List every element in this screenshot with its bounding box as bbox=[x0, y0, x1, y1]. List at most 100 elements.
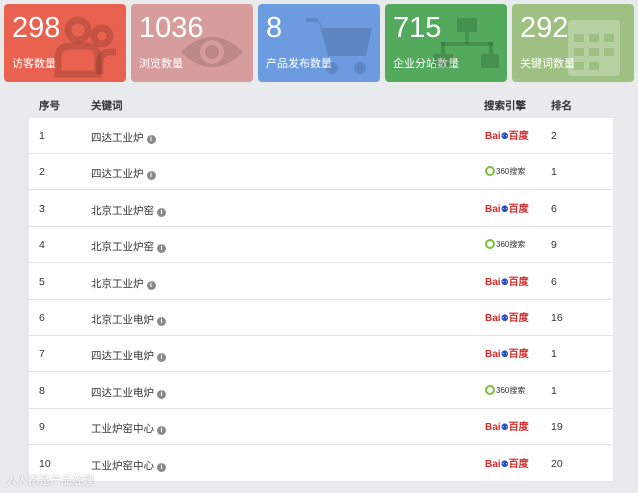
row-rank: 1 bbox=[551, 384, 557, 397]
info-icon[interactable]: i bbox=[146, 135, 156, 144]
info-icon[interactable]: i bbox=[157, 389, 166, 399]
so360-logo-text: 360搜索 bbox=[485, 384, 526, 395]
table-row[interactable]: 8 四达工业电炉 i 360搜索 1 bbox=[29, 373, 613, 409]
baidu-logo-left: Bai bbox=[485, 131, 501, 142]
stat-card-products[interactable]: 8 产品发布数量 bbox=[258, 4, 380, 82]
so360-ring-icon bbox=[485, 239, 495, 250]
table-row[interactable]: 6 北京工业电炉 i Bai⚉百度 16 bbox=[29, 300, 613, 336]
row-index: 4 bbox=[39, 239, 45, 252]
baidu-logo-right: 百度 bbox=[508, 203, 529, 215]
so360-logo-label: 360搜索 bbox=[496, 240, 526, 250]
baidu-logo-right: 百度 bbox=[508, 458, 529, 470]
row-rank: 9 bbox=[551, 239, 557, 252]
paw-icon: ⚉ bbox=[500, 349, 509, 360]
row-rank: 19 bbox=[551, 421, 563, 434]
baidu-logo: Bai⚉百度 bbox=[485, 456, 529, 472]
so360-ring-icon bbox=[485, 384, 495, 395]
stat-card-visitors[interactable]: 298 访客数量 bbox=[4, 4, 126, 82]
row-keyword-cell: 北京工业电炉 i bbox=[91, 312, 166, 327]
row-keyword: 四达工业炉 bbox=[91, 168, 144, 181]
row-keyword-cell: 北京工业炉窑 i bbox=[91, 203, 166, 218]
row-rank: 1 bbox=[551, 166, 557, 179]
so360-logo-label: 360搜索 bbox=[496, 167, 526, 177]
so360-ring-icon bbox=[485, 166, 495, 177]
row-rank: 6 bbox=[551, 275, 557, 288]
info-icon[interactable]: i bbox=[157, 426, 166, 436]
sitemap-icon bbox=[433, 18, 499, 68]
baidu-logo-text: Bai⚉百度 bbox=[485, 204, 529, 215]
baidu-logo-right: 百度 bbox=[508, 276, 529, 288]
row-index: 10 bbox=[39, 457, 51, 470]
table-row[interactable]: 3 北京工业炉窑 i Bai⚉百度 6 bbox=[29, 191, 613, 227]
info-icon[interactable]: i bbox=[146, 280, 156, 290]
row-index: 7 bbox=[39, 348, 45, 361]
table-row[interactable]: 5 北京工业炉 i Bai⚉百度 6 bbox=[29, 264, 613, 300]
table-row[interactable]: 7 四达工业电炉 i Bai⚉百度 1 bbox=[29, 336, 613, 373]
baidu-logo: Bai⚉百度 bbox=[485, 419, 529, 435]
stat-card-keywords[interactable]: 292 关键词数量 bbox=[512, 4, 634, 82]
baidu-logo-left: Bai bbox=[485, 313, 501, 324]
baidu-logo-left: Bai bbox=[485, 276, 501, 288]
paw-icon: ⚉ bbox=[500, 422, 509, 433]
baidu-logo: Bai⚉百度 bbox=[485, 346, 529, 362]
row-index: 8 bbox=[39, 384, 45, 397]
baidu-logo: Bai⚉百度 bbox=[485, 201, 529, 217]
table-row[interactable]: 2 四达工业炉 i 360搜索 1 bbox=[29, 154, 613, 191]
eye-icon bbox=[181, 37, 243, 67]
row-index: 1 bbox=[39, 130, 45, 142]
row-keyword: 四达工业炉 bbox=[91, 132, 144, 144]
info-icon[interactable]: i bbox=[157, 353, 166, 363]
row-keyword: 四达工业电炉 bbox=[91, 386, 154, 399]
cart-icon bbox=[306, 18, 372, 74]
baidu-logo-left: Bai bbox=[485, 422, 501, 434]
info-icon[interactable]: i bbox=[146, 171, 156, 181]
info-icon[interactable]: i bbox=[157, 462, 166, 472]
row-keyword-cell: 工业炉窑中心 i bbox=[91, 421, 166, 436]
paw-icon: ⚉ bbox=[500, 276, 509, 287]
row-index: 2 bbox=[39, 166, 45, 179]
paw-icon: ⚉ bbox=[500, 313, 509, 323]
row-rank: 6 bbox=[551, 202, 557, 215]
baidu-logo-right: 百度 bbox=[508, 131, 529, 142]
row-keyword: 四达工业电炉 bbox=[91, 350, 154, 363]
baidu-logo: Bai⚉百度 bbox=[485, 310, 529, 326]
header-keyword: 关键词 bbox=[91, 100, 123, 112]
baidu-logo-text: Bai⚉百度 bbox=[485, 349, 529, 360]
baidu-logo-right: 百度 bbox=[508, 349, 529, 361]
stat-value: 8 bbox=[266, 12, 283, 44]
row-keyword: 北京工业炉窑 bbox=[91, 204, 154, 217]
baidu-logo-left: Bai bbox=[485, 349, 501, 361]
row-keyword-cell: 北京工业炉 i bbox=[91, 276, 156, 291]
baidu-logo-text: Bai⚉百度 bbox=[485, 277, 529, 288]
keyword-ranking-table: 序号 关键词 搜索引擎 排名 1 四达工业炉 i Bai⚉百度 2 2 四达工业炉 i 360搜… bbox=[29, 90, 613, 482]
so360-logo-text: 360搜索 bbox=[485, 239, 526, 250]
row-keyword-cell: 四达工业电炉 i bbox=[91, 348, 166, 363]
so360-logo-text: 360搜索 bbox=[485, 166, 526, 177]
table-header: 序号 关键词 搜索引擎 排名 bbox=[29, 90, 613, 118]
stat-card-views[interactable]: 1036 浏览数量 bbox=[131, 4, 253, 82]
calendar-icon bbox=[568, 20, 620, 76]
row-keyword: 北京工业炉 bbox=[91, 277, 144, 290]
info-icon[interactable]: i bbox=[157, 244, 166, 254]
row-keyword: 北京工业炉窑 bbox=[91, 241, 154, 254]
info-icon[interactable]: i bbox=[157, 317, 166, 326]
row-keyword: 北京工业电炉 bbox=[91, 314, 154, 326]
stat-card-substations[interactable]: 715 企业分站数量 bbox=[385, 4, 507, 82]
table-row[interactable]: 4 北京工业炉窑 i 360搜索 9 bbox=[29, 227, 613, 264]
info-icon[interactable]: i bbox=[157, 207, 166, 217]
table-row[interactable]: 10 工业炉窑中心 i Bai⚉百度 20 bbox=[29, 446, 613, 482]
header-index: 序号 bbox=[39, 100, 60, 112]
paw-icon: ⚉ bbox=[500, 131, 509, 141]
row-rank: 2 bbox=[551, 130, 557, 142]
table-row[interactable]: 9 工业炉窑中心 i Bai⚉百度 19 bbox=[29, 409, 613, 446]
table-row[interactable]: 1 四达工业炉 i Bai⚉百度 2 bbox=[29, 118, 613, 154]
so360-logo: 360搜索 bbox=[485, 237, 529, 253]
so360-logo: 360搜索 bbox=[485, 164, 529, 180]
row-index: 6 bbox=[39, 312, 45, 324]
row-keyword-cell: 四达工业炉 i bbox=[91, 130, 156, 145]
baidu-logo-text: Bai⚉百度 bbox=[485, 459, 529, 470]
row-rank: 20 bbox=[551, 457, 563, 470]
row-keyword-cell: 北京工业炉窑 i bbox=[91, 239, 166, 254]
so360-logo-label: 360搜索 bbox=[496, 385, 526, 395]
baidu-logo-text: Bai⚉百度 bbox=[485, 422, 529, 433]
